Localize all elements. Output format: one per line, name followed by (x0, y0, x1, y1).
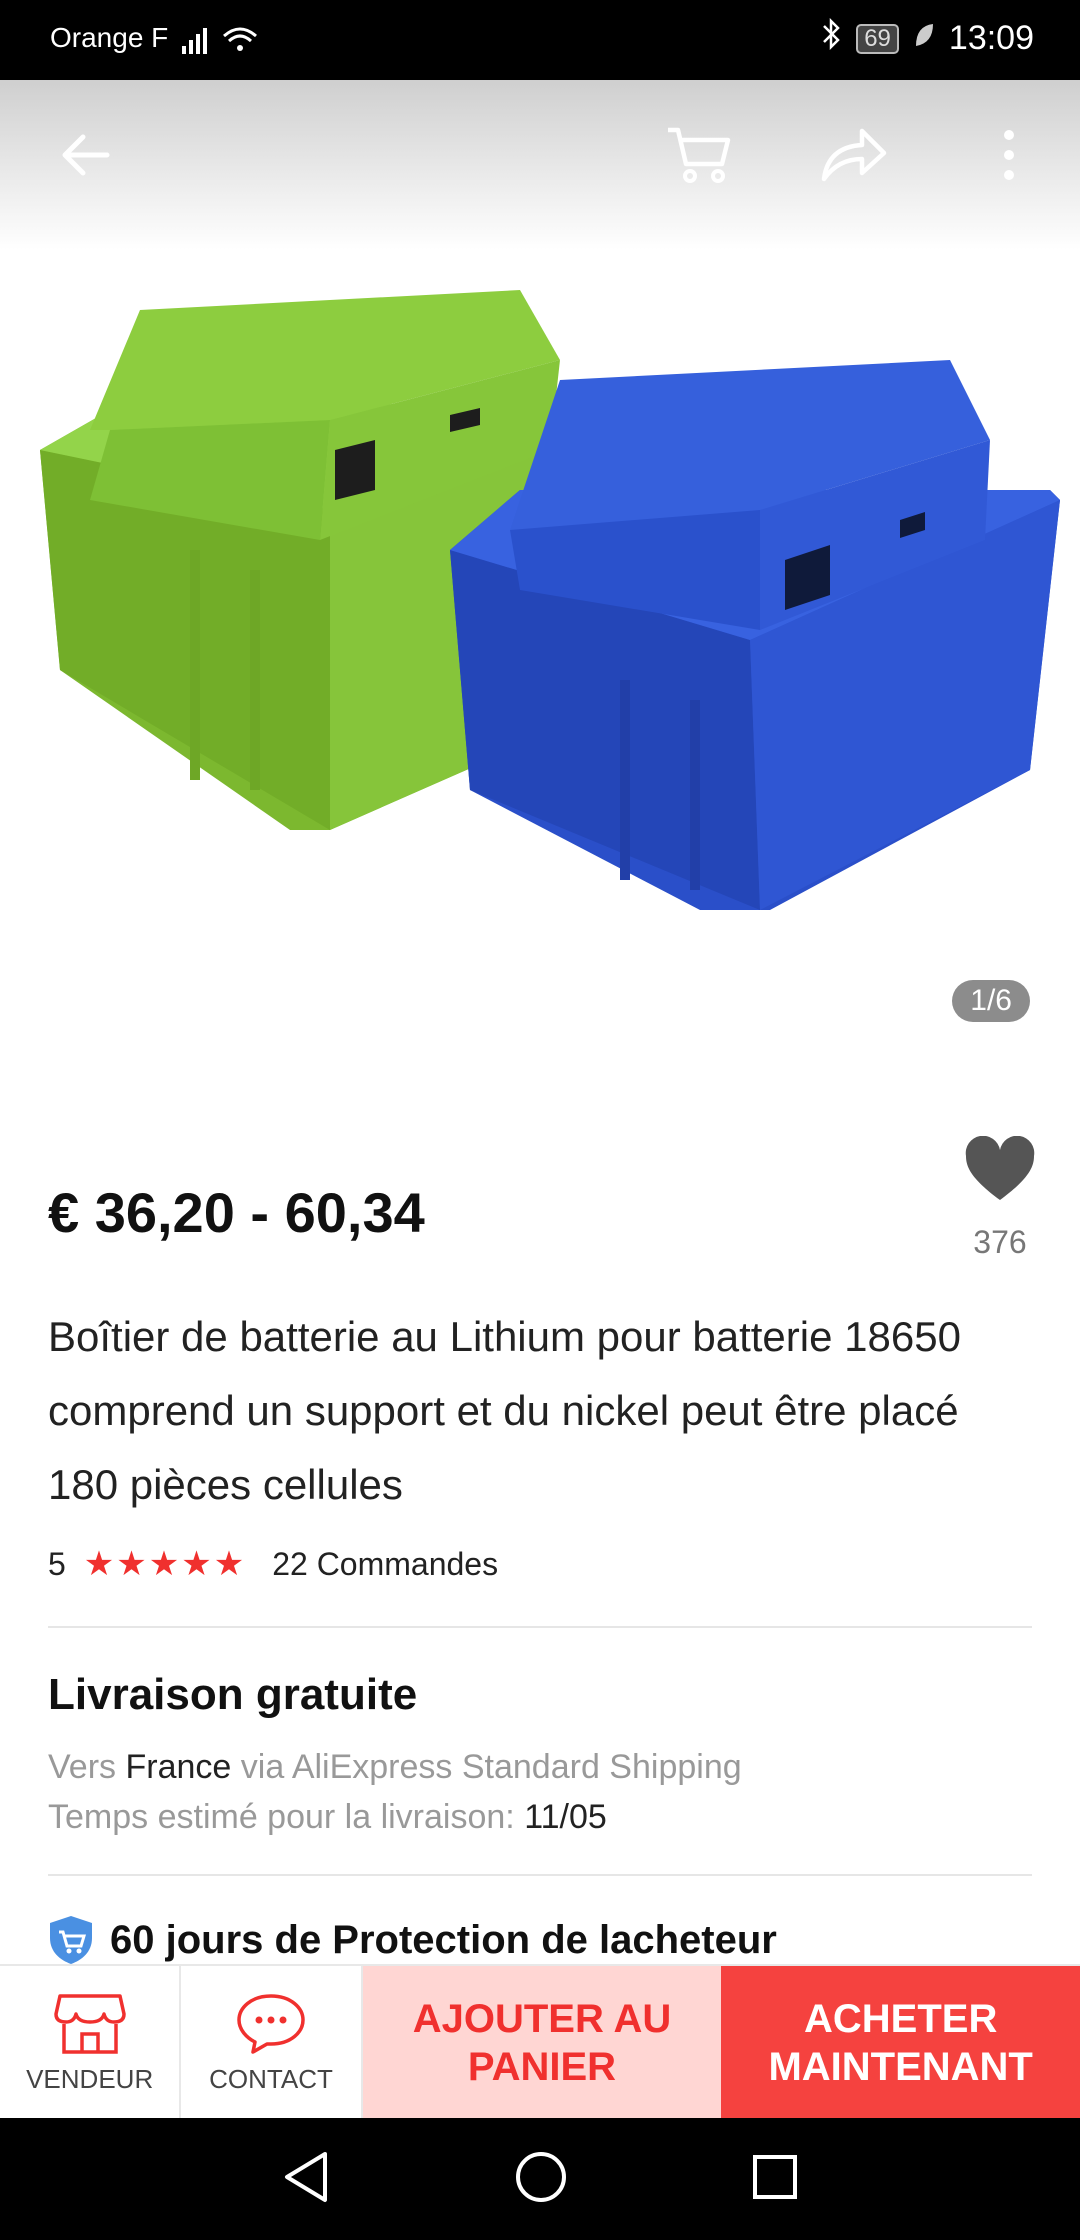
app-header (0, 80, 1080, 250)
system-navigation-bar (0, 2118, 1080, 2240)
triangle-back-icon (285, 2151, 328, 2202)
rating-row[interactable]: 5 ★★★★★ 22 Commandes (48, 1544, 498, 1584)
contact-button[interactable]: CONTACT (181, 1966, 363, 2120)
bottom-action-bar: VENDEUR CONTACT AJOUTER AU PANIER ACHETE… (0, 1964, 1080, 2120)
wishlist-button[interactable] (964, 1135, 1036, 1208)
bluetooth-icon (820, 17, 842, 59)
status-right: 69 13:09 (820, 17, 1034, 59)
signal-wifi-icons (180, 22, 270, 63)
blue-battery-box (450, 360, 1060, 910)
rating-value: 5 (48, 1545, 66, 1582)
more-options-button[interactable] (964, 110, 1054, 200)
add-to-cart-button[interactable]: AJOUTER AU PANIER (362, 1966, 722, 2120)
buyer-protection-text: 60 jours de Protection de lacheteur (110, 1917, 777, 1962)
shipping-title[interactable]: Livraison gratuite (48, 1670, 417, 1720)
shipping-to-label: Vers (48, 1748, 117, 1786)
heart-icon (965, 1135, 1035, 1200)
buy-now-button[interactable]: ACHETER MAINTENANT (721, 1966, 1080, 2120)
leaf-icon (913, 19, 935, 58)
share-icon (821, 128, 887, 182)
shipping-country: France (125, 1748, 232, 1786)
eta-label: Temps estimé pour la livraison: (48, 1798, 515, 1836)
nav-back-button[interactable] (281, 2150, 331, 2209)
circle-home-icon (515, 2151, 566, 2202)
image-counter-badge: 1/6 (952, 980, 1030, 1022)
contact-label: CONTACT (209, 2063, 333, 2094)
divider (48, 1626, 1032, 1628)
divider (48, 1874, 1032, 1876)
wishlist-count: 376 (973, 1224, 1027, 1260)
star-rating-icons: ★★★★★ (83, 1545, 247, 1583)
battery-indicator: 69 (856, 23, 899, 54)
clock: 13:09 (948, 19, 1034, 57)
chat-bubble-icon (237, 1993, 305, 2054)
back-button[interactable] (40, 110, 130, 200)
status-bar: Orange F 69 13:09 (0, 0, 1080, 80)
orders-count: 22 Commandes (272, 1545, 499, 1582)
cart-icon (668, 127, 731, 183)
cart-button[interactable] (654, 110, 744, 200)
back-arrow-icon (62, 134, 110, 176)
nav-recents-button[interactable] (751, 2153, 799, 2206)
nav-home-button[interactable] (514, 2150, 568, 2209)
buyer-protection-row[interactable]: 60 jours de Protection de lacheteur (48, 1914, 777, 1966)
square-recents-icon (752, 2154, 797, 2199)
carrier-name: Orange F (50, 22, 169, 53)
shipping-destination[interactable]: Vers France via AliExpress Standard Ship… (48, 1748, 742, 1787)
share-button[interactable] (808, 110, 898, 200)
shield-cart-icon (50, 1916, 92, 1964)
more-vert-icon (1004, 130, 1014, 180)
price-range: € 36,20 - 60,34 (48, 1181, 425, 1244)
store-icon (53, 1993, 126, 2054)
vendor-button[interactable]: VENDEUR (0, 1966, 182, 2120)
shipping-method: via AliExpress Standard Shipping (240, 1748, 742, 1786)
shipping-eta: Temps estimé pour la livraison: 11/05 (48, 1798, 607, 1837)
product-image[interactable] (0, 250, 1080, 1070)
eta-value: 11/05 (524, 1798, 607, 1836)
product-title: Boîtier de batterie au Lithium pour batt… (48, 1313, 961, 1508)
vendor-label: VENDEUR (26, 2063, 154, 2094)
